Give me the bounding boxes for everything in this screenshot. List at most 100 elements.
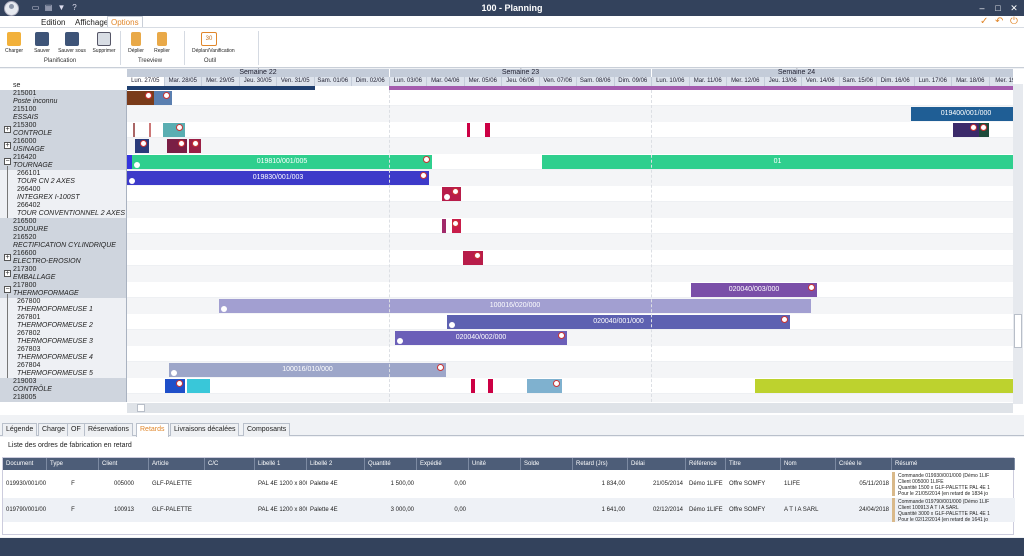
task-bar[interactable]: 100016/010/000 [169,363,446,377]
task-bar[interactable] [189,139,201,153]
sauver-button[interactable]: Sauver [32,32,52,60]
task-bar[interactable]: 020040/001/000 [447,315,790,329]
task-bar[interactable] [167,139,187,153]
column-header[interactable]: Unité [469,458,521,470]
column-header[interactable]: Délai [628,458,686,470]
column-header[interactable]: Solde [521,458,573,470]
task-bar[interactable]: 100016/020/000 [219,299,811,313]
resource-label[interactable]: 267804 THERMOFORMEUSE 5 [0,358,127,378]
minimize-icon[interactable]: – [976,2,988,14]
resource-label[interactable]: −217800 THERMOFORMAGE [0,282,127,298]
task-bar[interactable] [149,123,151,137]
column-header[interactable]: Libellé 1 [255,458,307,470]
task-bar[interactable] [442,187,461,201]
resource-label[interactable]: 267801 THERMOFORMEUSE 2 [0,310,127,330]
tab-of[interactable]: OF [67,423,85,436]
tab-composants[interactable]: Composants [243,423,291,436]
column-header[interactable]: Libellé 2 [307,458,365,470]
charger-button[interactable]: Charger [4,32,24,60]
maximize-icon[interactable]: □ [992,2,1004,14]
task-bar[interactable] [488,379,493,393]
resource-label[interactable]: 267803 THERMOFORMEUSE 4 [0,342,127,362]
resource-label[interactable]: +217300 EMBALLAGE [0,266,127,282]
tab-reservations[interactable]: Réservations [84,423,133,436]
scroll-thumb[interactable] [1014,314,1022,348]
resource-label[interactable]: 219003 CONTRÔLE [0,378,127,394]
menu-options[interactable]: Options [107,16,143,27]
task-bar[interactable]: 01 [542,155,1013,169]
resource-label[interactable]: 266402 TOUR CONVENTIONNEL 2 AXES [0,198,127,218]
task-bar[interactable] [463,251,483,265]
vertical-scrollbar[interactable] [1013,84,1023,404]
column-header[interactable]: Titre [726,458,781,470]
task-bar[interactable] [953,123,979,137]
column-header[interactable]: Document [3,458,47,470]
task-bar[interactable] [154,91,172,105]
deplier-button[interactable]: Déplier [126,32,146,60]
task-bar[interactable] [163,123,185,137]
task-bar[interactable] [755,379,1013,393]
task-bar[interactable] [527,379,562,393]
collapse-icon[interactable]: − [4,286,11,293]
expand-icon[interactable]: + [4,254,11,261]
resource-label[interactable]: 215100 ESSAIS [0,106,127,122]
close-icon[interactable]: ✕ [1008,2,1020,14]
column-header[interactable]: Quantité [365,458,417,470]
column-header[interactable]: Retard (Jrs) [573,458,628,470]
horizontal-scrollbar[interactable] [127,403,1013,413]
task-bar[interactable] [133,123,135,137]
menu-affichage[interactable]: Affichage [75,17,108,28]
menu-edition[interactable]: Edition [41,17,65,28]
task-bar[interactable] [471,379,475,393]
task-bar[interactable]: 019400/001/000 [911,107,1013,121]
table-row[interactable]: 019790/001/00 F 100913 GLF-PALETTE PAL 4E 12… [3,498,1015,522]
column-header[interactable]: C/C [205,458,255,470]
column-header[interactable]: Expédié [417,458,469,470]
resource-label[interactable]: 216500 SOUDURE [0,218,127,234]
column-header[interactable]: Résumé [892,458,1015,470]
power-icon[interactable]: ⏻ [1010,16,1018,28]
resource-label[interactable]: −216420 TOURNAGE [0,154,127,170]
task-bar[interactable] [442,219,446,233]
column-header[interactable]: Type [47,458,99,470]
task-bar[interactable] [165,379,185,393]
resource-label[interactable]: 216520 RECTIFICATION CYLINDRIQUE [0,234,127,250]
table-row[interactable]: 019930/001/00 F 005000 GLF-PALETTE PAL 4E 12… [3,472,1015,496]
resource-label[interactable]: 267802 THERMOFORMEUSE 3 [0,326,127,346]
column-header[interactable]: Référence [686,458,726,470]
resource-label[interactable]: +216000 USINAGE [0,138,127,154]
tab-charge[interactable]: Charge [38,423,69,436]
task-bar[interactable]: 019810/001/005 [132,155,432,169]
task-bar[interactable]: 019830/001/003 [127,171,429,185]
task-bar[interactable] [485,123,490,137]
collapse-icon[interactable]: − [4,158,11,165]
task-bar[interactable] [127,91,154,105]
column-header[interactable]: Article [149,458,205,470]
resource-label[interactable]: 266101 TOUR CN 2 AXES [0,166,127,186]
task-bar[interactable] [135,139,149,153]
expand-icon[interactable]: + [4,126,11,133]
tab-livraisons-decalees[interactable]: Livraisons décalées [170,423,240,436]
resource-label[interactable]: 266400 INTEGREX I-100ST [0,182,127,202]
resource-label[interactable]: +215300 CONTROLE [0,122,127,138]
resource-label[interactable]: 218005 [0,394,127,402]
supprimer-button[interactable]: Supprimer [92,32,116,60]
sauver-sous-button[interactable]: Sauver sous [58,32,86,60]
task-bar[interactable] [452,219,461,233]
validate-icon[interactable]: ✓ [980,16,988,28]
replier-button[interactable]: Replier [152,32,172,60]
task-bar[interactable]: 020040/003/000 [691,283,817,297]
expand-icon[interactable]: + [4,270,11,277]
resource-label[interactable]: 215001 Poste inconnu [0,90,127,106]
task-bar[interactable] [187,379,210,393]
expand-icon[interactable]: + [4,142,11,149]
undo-icon[interactable]: ↶ [995,16,1003,28]
resource-label[interactable]: 267800 THERMOFORMEUSE 1 [0,294,127,314]
column-header[interactable]: Nom [781,458,836,470]
column-header[interactable]: Créée le [836,458,892,470]
scroll-thumb[interactable] [137,404,145,412]
task-bar[interactable]: 020040/002/000 [395,331,567,345]
resource-label[interactable]: +216600 ELECTRO-EROSION [0,250,127,266]
task-bar[interactable] [467,123,470,137]
tab-legende[interactable]: Légende [2,423,38,436]
